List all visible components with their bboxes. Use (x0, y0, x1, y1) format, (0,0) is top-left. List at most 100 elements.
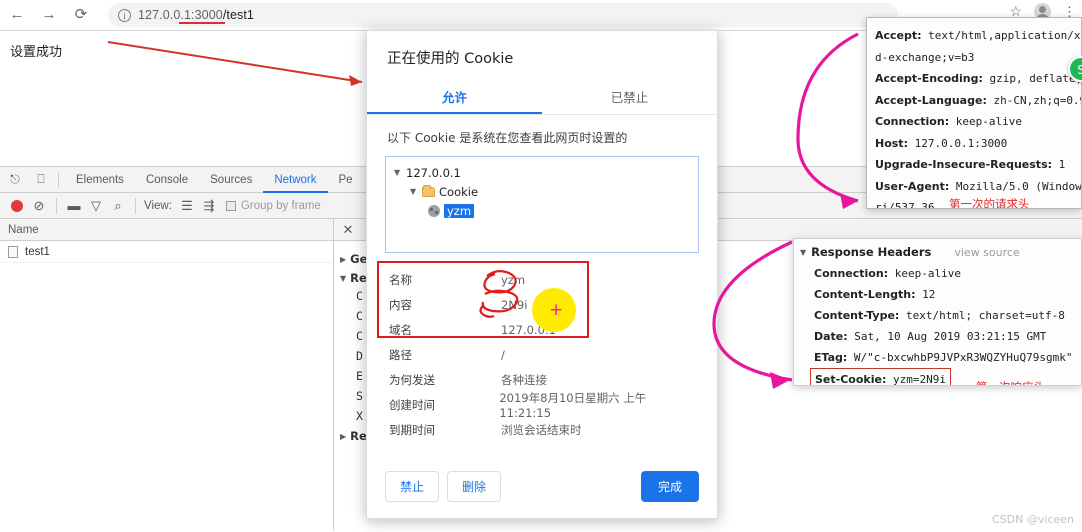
header-name: Upgrade-Insecure-Requests: (875, 158, 1053, 171)
url-path-underline-annotation (179, 22, 225, 24)
tab-sources[interactable]: Sources (199, 167, 263, 193)
header-line: ETag: W/"c-bxcwhbP9JVPxR3WQZYHuQ79sgmk" (814, 347, 1081, 368)
tab-allowed[interactable]: 允许 (367, 78, 542, 114)
detail-label: 创建时间 (389, 397, 435, 412)
request-list-column-header[interactable]: Name (0, 219, 333, 241)
folder-icon (422, 184, 435, 197)
header-line: Connection: keep-alive (875, 111, 1081, 133)
header-name: Content-Type: (814, 309, 900, 322)
header-name: Set-Cookie: (815, 373, 887, 386)
header-name: Host: (875, 136, 908, 150)
chevron-right-icon: ▶ (340, 254, 347, 264)
done-button[interactable]: 完成 (641, 471, 699, 502)
header-name: Content-Length: (814, 288, 916, 301)
address-bar[interactable]: i 127.0.0.1:3000/test1 (108, 3, 898, 27)
plus-cursor-icon: + (549, 300, 564, 320)
chevron-down-icon[interactable]: ▼ (410, 187, 418, 196)
toolbar-divider (58, 171, 59, 188)
header-line: Content-Length: 12 (814, 284, 1081, 305)
tree-item-cookie-label: yzm (444, 203, 475, 218)
detail-label: 路径 (389, 347, 412, 362)
detail-value: 各种连接 (501, 372, 547, 387)
header-value: gzip, deflate, (982, 72, 1082, 85)
filter-icon[interactable]: ▽ (85, 195, 107, 217)
detail-label: 到期时间 (389, 422, 435, 437)
record-dot-icon[interactable] (11, 199, 23, 212)
header-value: text/html,application/xh (921, 29, 1082, 42)
device-toolbar-icon[interactable]: ⎕ (30, 169, 52, 191)
header-value: 1 (1052, 158, 1066, 171)
chevron-down-icon[interactable]: ▼ (800, 248, 806, 257)
header-name: Connection: (814, 267, 889, 280)
response-headers-title: Response Headers (811, 245, 932, 259)
list-view-icon[interactable]: ☰ (176, 195, 198, 217)
dialog-title: 正在使用的 Cookie (387, 51, 514, 67)
header-name: User-Agent: (875, 179, 950, 193)
reload-icon[interactable]: ⟳ (72, 4, 90, 26)
back-icon[interactable]: ← (8, 4, 26, 26)
header-name: Accept: (875, 29, 922, 42)
url-text: 127.0.0.1:3000/test1 (138, 8, 254, 22)
header-line: Date: Sat, 10 Aug 2019 03:21:15 GMT (814, 326, 1081, 347)
forward-icon[interactable]: → (40, 4, 58, 26)
chrome-menu-icon[interactable]: ⋮ (1063, 5, 1076, 18)
response-headers-title-row[interactable]: ▼ Response Headers view source (800, 245, 1081, 259)
toolbar-divider (135, 197, 136, 214)
tree-item-site-label: 127.0.0.1 (406, 165, 461, 180)
group-by-frame-checkbox[interactable] (225, 200, 236, 211)
watermark: CSDN @viceen (992, 513, 1074, 526)
tab-console[interactable]: Console (135, 167, 199, 193)
tab-performance[interactable]: Pe (328, 167, 364, 193)
cookie-tree[interactable]: ▼ 127.0.0.1 ▼ Cookie yzm (385, 156, 699, 253)
detail-row-send-for: 为何发送 各种连接 (389, 367, 695, 392)
site-info-icon[interactable]: i (118, 8, 131, 22)
header-value: 12 (915, 288, 936, 301)
inspect-element-icon[interactable]: ⎋ (4, 169, 26, 191)
detail-label: 名称 (389, 272, 412, 287)
header-value: keep-alive (949, 115, 1022, 128)
tab-network[interactable]: Network (263, 167, 327, 193)
request-headers-popup: Accept: text/html,application/xh d-excha… (866, 17, 1082, 209)
response-headers-popup: ▼ Response Headers view source Connectio… (793, 238, 1082, 386)
header-line: Upgrade-Insecure-Requests: 1 (875, 154, 1081, 176)
record-button (6, 195, 28, 217)
header-value: yzm=2N9i (886, 373, 946, 386)
header-value: W/"c-bxcwhbP9JVPxR3WQZYHuQ79sgmk" (847, 351, 1073, 364)
header-value: zh-CN,zh;q=0.9, (993, 93, 1081, 107)
view-source-link[interactable]: view source (954, 246, 1019, 259)
search-icon[interactable]: ⌕ (107, 195, 129, 217)
chevron-down-icon: ▼ (340, 273, 347, 283)
capture-screenshots-icon[interactable]: ▬ (63, 195, 85, 217)
dialog-footer: 禁止 删除 完成 (367, 457, 717, 518)
cookie-icon (428, 204, 440, 217)
detail-label: 为何发送 (389, 372, 435, 387)
block-button[interactable]: 禁止 (385, 471, 440, 502)
delete-button[interactable]: 删除 (447, 471, 502, 502)
header-line: User-Agent: Mozilla/5.0 (Windows (875, 176, 1081, 198)
toolbar-divider (56, 197, 57, 214)
section-request-headers-label: Re (350, 429, 367, 443)
header-name: Connection: (875, 115, 950, 128)
cookies-in-use-dialog: 正在使用的 Cookie 允许 已禁止 以下 Cookie 是系统在您查看此网页… (366, 30, 718, 519)
clear-icon[interactable]: ⊘ (28, 195, 50, 217)
header-value: Mozilla/5.0 (Windows (949, 179, 1082, 193)
header-name: Accept-Encoding: (875, 72, 983, 85)
tab-blocked[interactable]: 已禁止 (542, 78, 717, 114)
view-label: View: (144, 199, 172, 212)
header-line: Host: 127.0.0.1:3000 (875, 133, 1081, 155)
table-row[interactable]: test1 (0, 241, 333, 263)
header-line: Content-Type: text/html; charset=utf-8 (814, 305, 1081, 326)
chevron-right-icon: ▶ (340, 431, 347, 441)
close-icon[interactable]: ✕ (340, 222, 356, 238)
detail-label: 域名 (389, 322, 412, 337)
header-line: Accept-Encoding: gzip, deflate, (875, 68, 1081, 90)
header-line: Connection: keep-alive (814, 263, 1081, 284)
tree-item-cookie[interactable]: yzm (394, 201, 690, 220)
detail-label: 内容 (389, 297, 412, 312)
tree-item-folder[interactable]: ▼ Cookie (394, 182, 690, 201)
tab-elements[interactable]: Elements (65, 167, 135, 193)
waterfall-view-icon[interactable]: ⇶ (198, 195, 220, 217)
header-line: d-exchange;v=b3 (875, 47, 1081, 69)
tree-item-site[interactable]: ▼ 127.0.0.1 (394, 163, 690, 182)
chevron-down-icon[interactable]: ▼ (394, 168, 402, 177)
